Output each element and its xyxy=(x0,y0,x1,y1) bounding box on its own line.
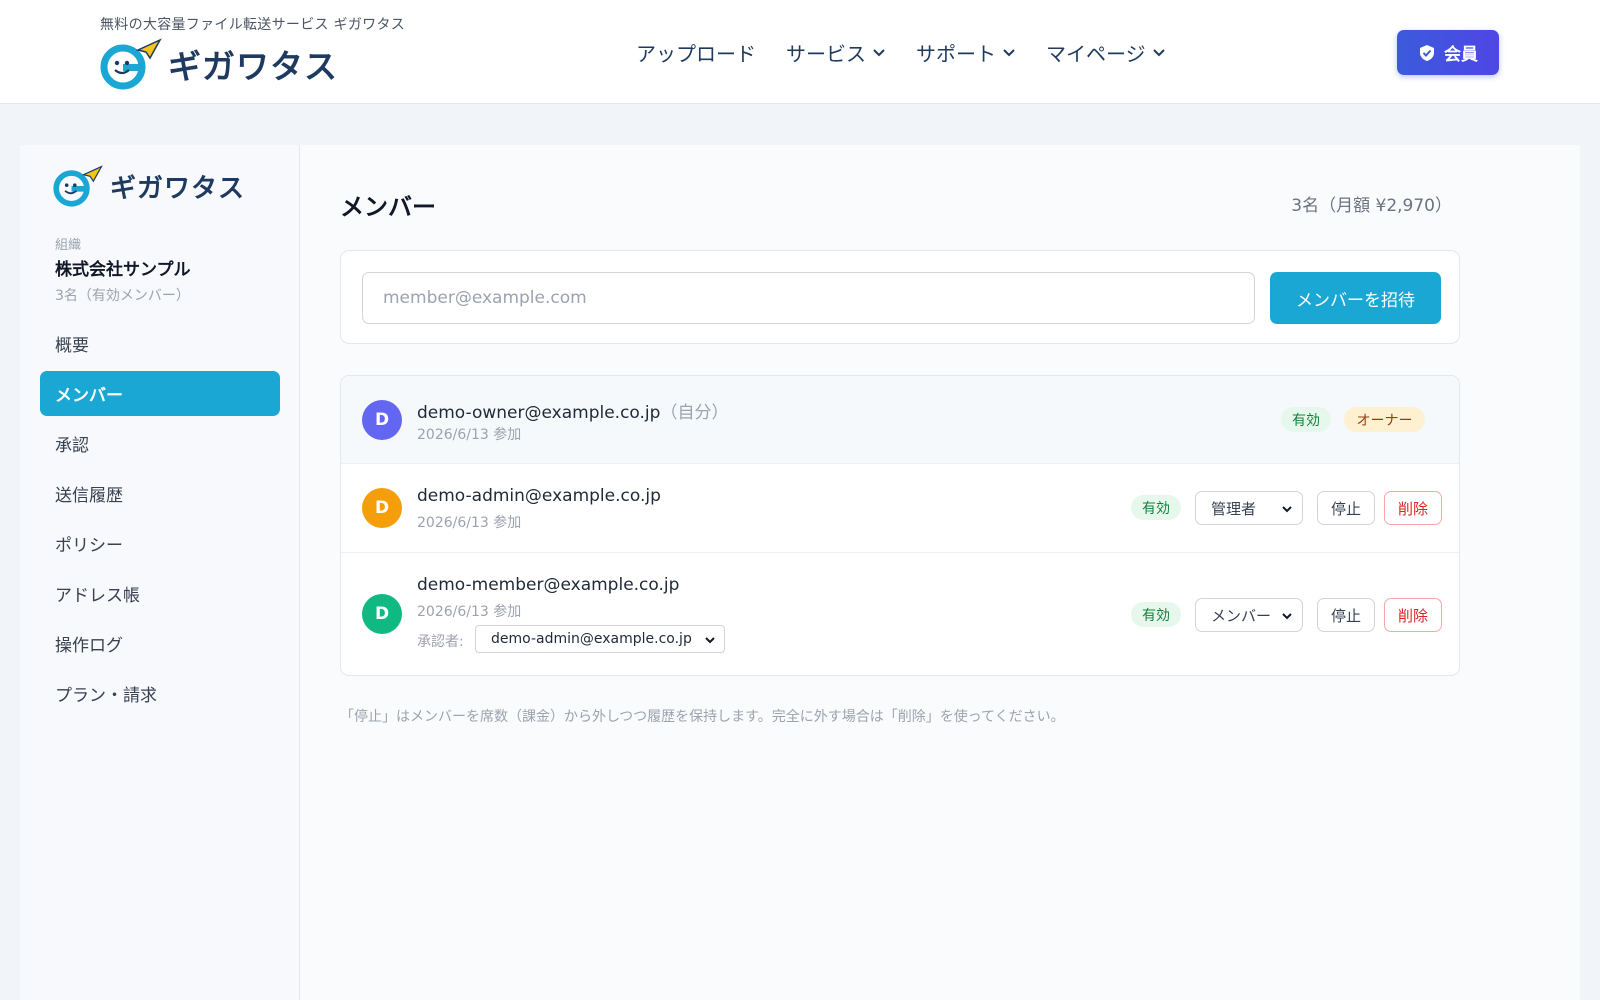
member-row: D demo-admin@example.co.jp 2026/6/13 参加 … xyxy=(341,464,1459,553)
sidebar-item-label: 承認 xyxy=(55,436,89,456)
org-label: 組織 xyxy=(55,238,82,253)
delete-button[interactable]: 削除 xyxy=(1384,598,1442,632)
chevron-down-icon xyxy=(1003,49,1015,57)
main-content: メンバー 3名（月額 ¥2,970） メンバーを招待 D demo-owner@… xyxy=(300,145,1580,1000)
sidebar-item-audit-log[interactable]: 操作ログ xyxy=(40,621,280,666)
sidebar-item-overview[interactable]: 概要 xyxy=(40,321,280,366)
sidebar-item-members[interactable]: メンバー xyxy=(40,371,280,416)
chevron-down-icon xyxy=(873,49,885,57)
sidebar-item-label: アドレス帳 xyxy=(55,586,140,606)
invite-member-button[interactable]: メンバーを招待 xyxy=(1270,272,1441,324)
member-joined-date: 2026/6/13 参加 xyxy=(417,427,522,443)
role-select-value: メンバー xyxy=(1211,606,1272,625)
approver-select[interactable]: demo-admin@example.co.jp xyxy=(475,625,725,653)
sidebar-logo[interactable]: ギガワタス xyxy=(50,165,245,207)
main-nav: アップロード サービス サポート マイページ xyxy=(636,34,1166,70)
logo-mark-icon xyxy=(53,165,103,207)
chevron-down-icon xyxy=(705,637,715,644)
self-tag: （自分） xyxy=(660,403,729,423)
avatar: D xyxy=(362,594,402,634)
logo-mark-icon xyxy=(100,38,162,90)
nav-mypage-label: マイページ xyxy=(1046,41,1146,66)
approver-select-value: demo-admin@example.co.jp xyxy=(491,631,692,647)
nav-upload[interactable]: アップロード xyxy=(636,38,756,67)
sidebar-brand-name: ギガワタス xyxy=(110,173,246,204)
nav-services-label: サービス xyxy=(786,41,866,66)
avatar: D xyxy=(362,488,402,528)
member-button[interactable]: 会員 xyxy=(1397,30,1499,75)
suspend-button[interactable]: 停止 xyxy=(1317,598,1375,632)
chevron-down-icon xyxy=(1282,613,1292,620)
brand-name: ギガワタス xyxy=(168,47,338,86)
member-row: D demo-owner@example.co.jp（自分） 2026/6/13… xyxy=(341,376,1459,464)
sidebar-nav: 概要 メンバー 承認 送信履歴 ポリシー アドレス帳 操作ログ プラン・請求 xyxy=(40,321,280,721)
sidebar-item-plan-billing[interactable]: プラン・請求 xyxy=(40,671,280,716)
role-select-value: 管理者 xyxy=(1211,499,1257,518)
nav-upload-label: アップロード xyxy=(636,41,756,66)
member-joined-date: 2026/6/13 参加 xyxy=(417,604,522,620)
sidebar-item-label: メンバー xyxy=(55,386,123,406)
org-name: 株式会社サンプル xyxy=(55,260,191,280)
approver-label: 承認者: xyxy=(417,634,464,650)
sidebar-item-policy[interactable]: ポリシー xyxy=(40,521,280,566)
suspend-button[interactable]: 停止 xyxy=(1317,491,1375,525)
member-email-text: demo-owner@example.co.jp xyxy=(417,403,661,423)
chevron-down-icon xyxy=(1152,49,1165,57)
sidebar-item-address-book[interactable]: アドレス帳 xyxy=(40,571,280,616)
member-row: D demo-member@example.co.jp 2026/6/13 参加… xyxy=(341,553,1459,675)
sidebar-item-approvals[interactable]: 承認 xyxy=(40,421,280,466)
org-member-count: 3名（有効メンバー） xyxy=(55,288,190,304)
delete-button[interactable]: 削除 xyxy=(1384,491,1442,525)
status-badge: 有効 xyxy=(1131,495,1181,520)
sidebar: ギガワタス 組織 株式会社サンプル 3名（有効メンバー） 概要 メンバー 承認 … xyxy=(20,145,300,1000)
status-badge: 有効 xyxy=(1281,407,1331,432)
member-email: demo-owner@example.co.jp（自分） xyxy=(417,398,728,423)
invite-email-input[interactable] xyxy=(362,272,1255,324)
site-tagline: 無料の大容量ファイル転送サービス ギガワタス xyxy=(100,17,406,33)
nav-support[interactable]: サポート xyxy=(916,38,1016,67)
role-select[interactable]: 管理者 xyxy=(1195,491,1303,525)
sidebar-item-label: 概要 xyxy=(55,336,89,356)
sidebar-item-label: 送信履歴 xyxy=(55,486,123,506)
footnote: 「停止」はメンバーを席数（課金）から外しつつ履歴を保持します。完全に外す場合は「… xyxy=(340,709,1065,725)
status-badge: 有効 xyxy=(1131,602,1181,627)
seat-summary: 3名（月額 ¥2,970） xyxy=(1291,196,1452,216)
role-select[interactable]: メンバー xyxy=(1195,598,1303,632)
sidebar-item-send-history[interactable]: 送信履歴 xyxy=(40,471,280,516)
member-button-label: 会員 xyxy=(1444,45,1478,65)
nav-services[interactable]: サービス xyxy=(786,38,886,67)
member-email: demo-admin@example.co.jp xyxy=(417,486,661,506)
sidebar-item-label: 操作ログ xyxy=(55,636,123,656)
chevron-down-icon xyxy=(1282,506,1292,513)
site-logo[interactable]: ギガワタス xyxy=(100,38,338,90)
nav-mypage[interactable]: マイページ xyxy=(1046,38,1166,67)
page-title: メンバー xyxy=(340,193,436,221)
nav-support-label: サポート xyxy=(916,41,996,66)
member-email: demo-member@example.co.jp xyxy=(417,575,680,595)
sidebar-item-label: プラン・請求 xyxy=(55,686,157,706)
sidebar-item-label: ポリシー xyxy=(55,536,123,556)
shield-check-icon xyxy=(1420,44,1434,61)
invite-card: メンバーを招待 xyxy=(340,250,1460,344)
member-joined-date: 2026/6/13 参加 xyxy=(417,515,522,531)
avatar: D xyxy=(362,400,402,440)
owner-badge: オーナー xyxy=(1344,407,1425,432)
site-header: 無料の大容量ファイル転送サービス ギガワタス ギガワタス アップロード サービス… xyxy=(0,0,1600,104)
members-list: D demo-owner@example.co.jp（自分） 2026/6/13… xyxy=(340,375,1460,676)
